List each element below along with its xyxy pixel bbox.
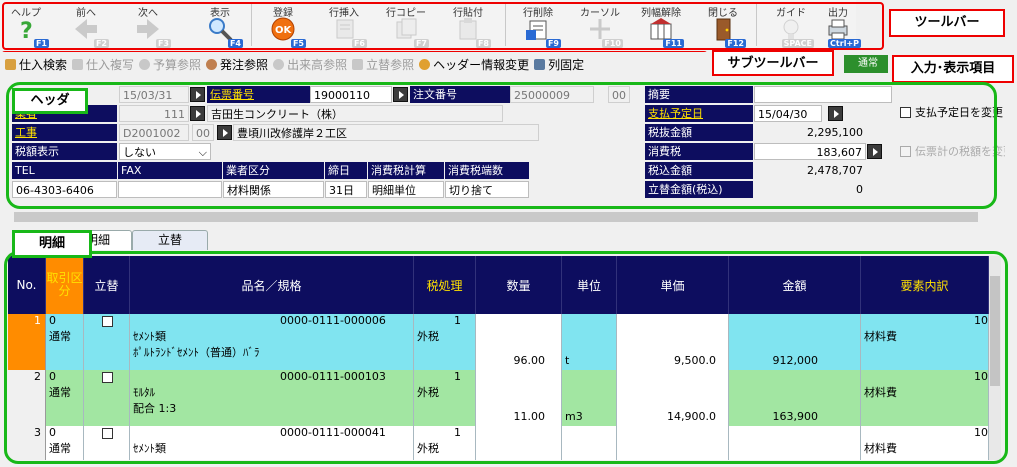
header-callout: ヘッダ	[12, 88, 88, 114]
toolbar-callout: ツールバー	[889, 9, 1005, 37]
order-reference-button[interactable]: 発注参照	[206, 56, 268, 73]
subtoolbar: 仕入検索 仕入複写 予算参照 発注参照 出来高参照 立替参照 ヘッダー情報変更 …	[0, 52, 710, 76]
progress-icon	[273, 58, 285, 70]
status-badge: 通常	[844, 55, 888, 73]
subtoolbar-callout: サブツールバー	[712, 50, 834, 76]
horizontal-scrollbar[interactable]	[14, 212, 978, 222]
header-frame	[6, 82, 997, 209]
header-info-change-button[interactable]: ヘッダー情報変更	[419, 56, 529, 73]
progress-reference-button[interactable]: 出来高参照	[273, 56, 347, 73]
purchase-copy-button[interactable]: 仕入複写	[72, 56, 134, 73]
fix-column-button[interactable]: 列固定	[534, 56, 584, 73]
toolbar-frame	[2, 2, 884, 50]
budget-icon	[139, 58, 151, 70]
edit-icon	[419, 58, 431, 70]
input-area-callout: 入力･表示項目	[892, 55, 1014, 83]
advance-reference-button[interactable]: 立替参照	[352, 56, 414, 73]
order-icon	[206, 58, 218, 70]
search-icon	[5, 58, 16, 70]
purchase-search-button[interactable]: 仕入検索	[5, 56, 67, 73]
advance-icon	[352, 58, 364, 70]
detail-frame	[4, 251, 1008, 464]
budget-reference-button[interactable]: 予算参照	[139, 56, 201, 73]
column-icon	[534, 58, 546, 70]
detail-callout: 明細	[12, 230, 92, 258]
copy-icon	[72, 58, 84, 70]
tab-advance[interactable]: 立替	[132, 230, 208, 250]
